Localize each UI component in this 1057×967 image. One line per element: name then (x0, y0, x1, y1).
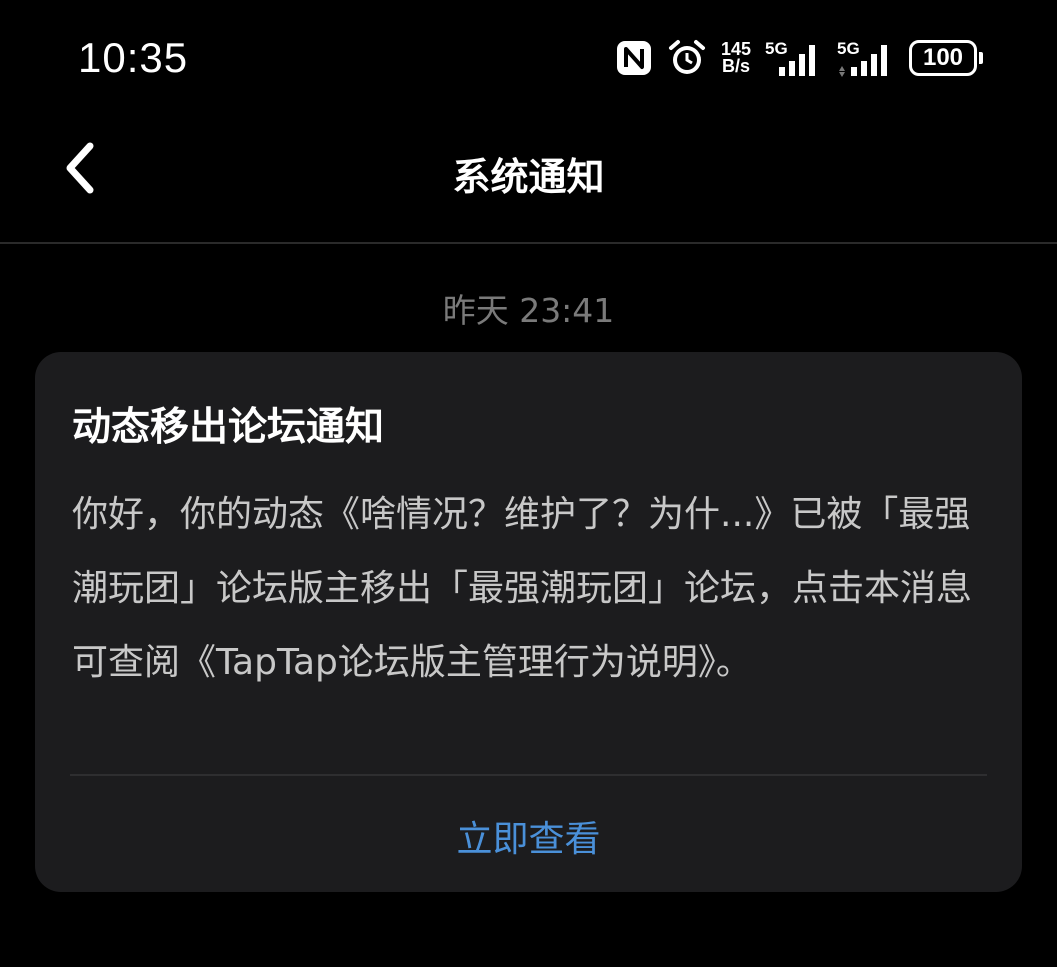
network-speed: 145 B/s (720, 39, 751, 76)
status-time: 10:35 (78, 34, 189, 81)
notification-card[interactable]: 动态移出论坛通知 你好，你的动态《啥情况？维护了？为什...》已被「最强潮玩团」… (35, 352, 1022, 892)
alarm-icon (667, 38, 707, 78)
view-now-button[interactable]: 立即查看 (35, 810, 1022, 862)
status-bar: 10:35 145 B/s 5G 5G 100 (0, 0, 1057, 118)
notification-body: 你好，你的动态《啥情况？维护了？为什...》已被「最强潮玩团」论坛版主移出「最强… (72, 494, 973, 683)
cellular-signal-1-icon: 5G (765, 39, 823, 77)
notification-title: 动态移出论坛通知 (72, 405, 385, 450)
cellular-signal-2-icon: 5G (837, 39, 895, 77)
nav-bar: 系统通知 (0, 118, 1057, 244)
page-title: 系统通知 (452, 155, 605, 199)
battery-icon: 100 (909, 39, 983, 77)
status-icons: 145 B/s 5G 5G 100 (615, 38, 983, 78)
card-divider (70, 774, 987, 776)
nfc-icon (615, 39, 653, 77)
message-timestamp: 昨天 23:41 (442, 291, 615, 330)
